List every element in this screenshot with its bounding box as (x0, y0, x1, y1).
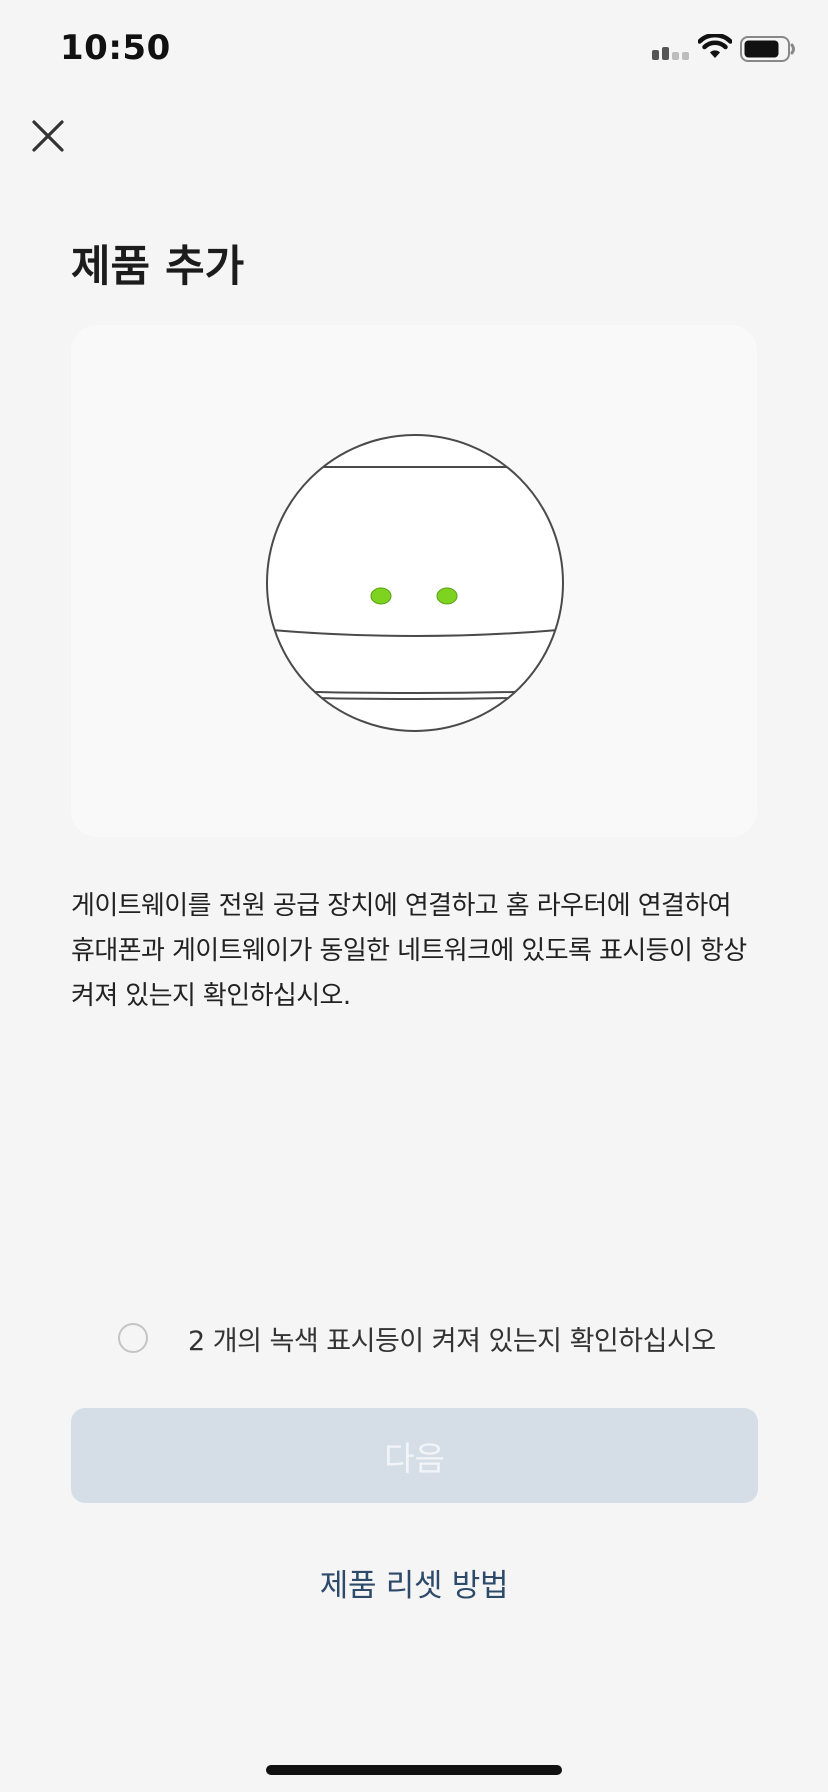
close-icon (32, 120, 64, 152)
page-title: 제품 추가 (71, 242, 245, 292)
indicator-light (370, 587, 392, 605)
confirm-checkbox-row[interactable]: 2 개의 녹색 표시등이 켜져 있는지 확인하십시오 (118, 1318, 716, 1358)
reset-guide-link[interactable]: 제품 리셋 방법 (0, 1560, 828, 1605)
wifi-icon (698, 34, 732, 58)
home-indicator (266, 1765, 562, 1775)
battery-icon (740, 36, 795, 62)
status-bar: 10:50 (0, 0, 828, 100)
status-time: 10:50 (60, 28, 171, 68)
instruction-text: 게이트웨이를 전원 공급 장치에 연결하고 홈 라우터에 연결하여 휴대폰과 게… (71, 891, 747, 1011)
indicator-light (436, 587, 458, 605)
confirm-label: 2 개의 녹색 표시등이 켜져 있는지 확인하십시오 (188, 1325, 716, 1357)
signal-icon (652, 47, 689, 60)
next-button[interactable]: 다음 (71, 1408, 758, 1503)
gateway-icon (266, 434, 564, 732)
confirm-radio[interactable] (118, 1323, 148, 1353)
close-button[interactable] (24, 112, 72, 160)
illustration-card (71, 325, 757, 837)
